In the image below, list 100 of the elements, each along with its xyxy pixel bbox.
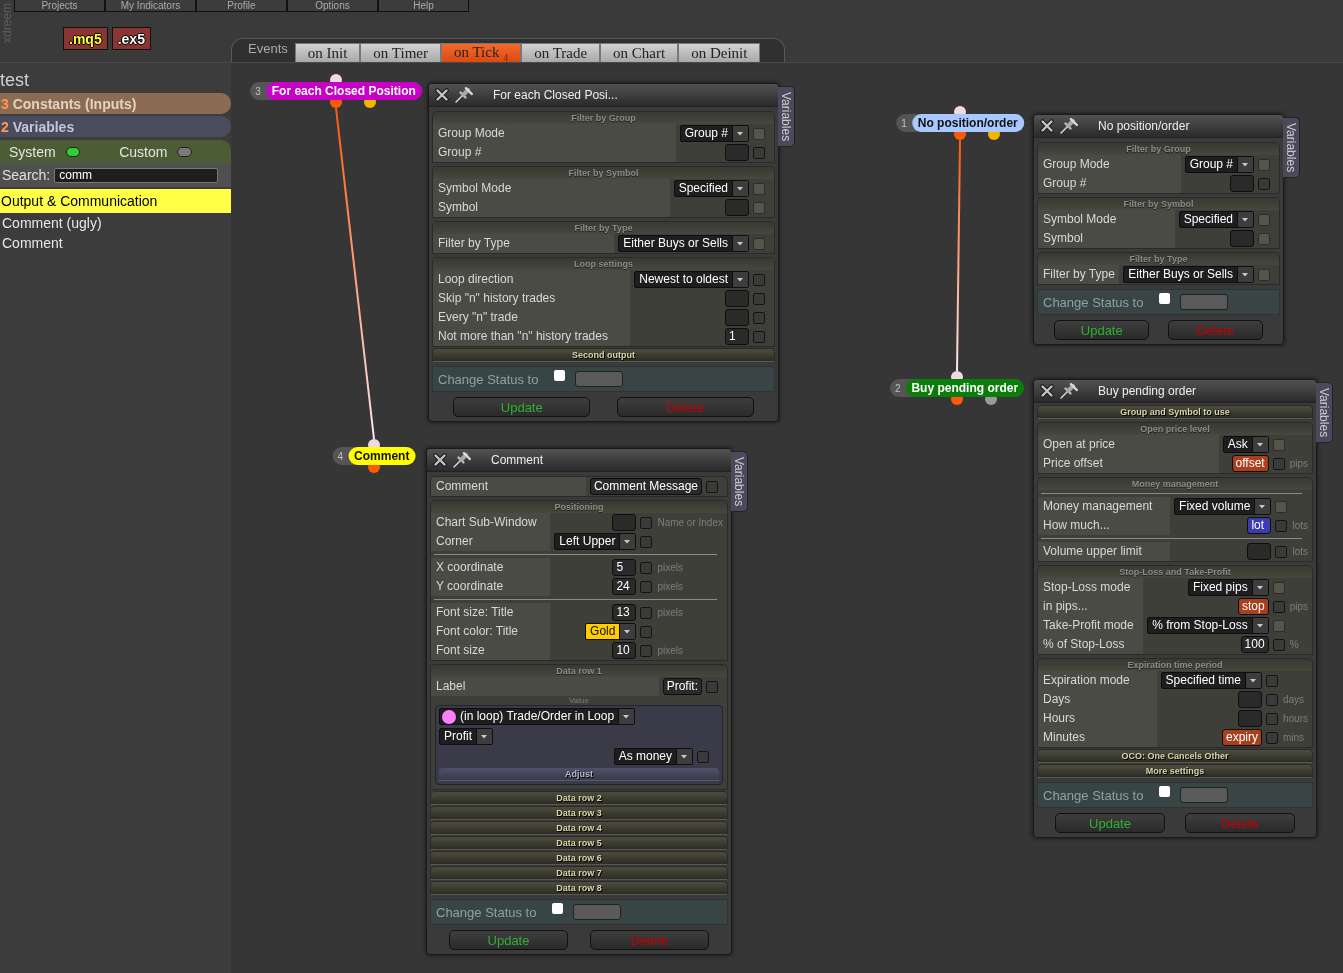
checkbox[interactable]: [753, 273, 765, 286]
variables-tab[interactable]: Variables: [778, 86, 795, 148]
menu-item[interactable]: Profile: [196, 0, 287, 12]
input-field[interactable]: 13: [612, 604, 637, 621]
checkbox[interactable]: [640, 516, 653, 529]
input-field[interactable]: offset: [1231, 455, 1269, 472]
file-button[interactable]: .mq5: [63, 27, 108, 50]
input-field[interactable]: Comment Message: [589, 478, 702, 495]
dropdown[interactable]: Gold: [585, 623, 637, 640]
block-node[interactable]: 2 Buy pending order: [889, 379, 1025, 397]
pin-icon[interactable]: [1060, 383, 1078, 399]
update-button[interactable]: Update: [1054, 320, 1150, 340]
input-field[interactable]: [725, 144, 749, 161]
input-field[interactable]: 100: [1240, 636, 1269, 653]
menu-item[interactable]: Help: [378, 0, 469, 12]
checkbox[interactable]: [1272, 457, 1285, 470]
checkbox[interactable]: [554, 370, 566, 381]
dropdown[interactable]: Group #: [1184, 156, 1254, 173]
dropdown[interactable]: Either Buys or Sells: [618, 235, 749, 252]
update-button[interactable]: Update: [1055, 813, 1165, 833]
section-header[interactable]: Data row 8: [431, 882, 727, 895]
close-icon[interactable]: [1040, 384, 1054, 398]
status-field[interactable]: [1180, 787, 1229, 803]
status-field[interactable]: [575, 371, 624, 387]
checkbox[interactable]: [1159, 293, 1171, 304]
checkbox[interactable]: [1275, 519, 1288, 532]
checkbox[interactable]: [640, 580, 653, 593]
search-field[interactable]: comm: [54, 167, 219, 183]
dropdown[interactable]: Specified: [1178, 211, 1254, 228]
menu-item[interactable]: Options: [287, 0, 378, 12]
section-header[interactable]: Adjust: [439, 768, 719, 781]
checkbox[interactable]: [1258, 177, 1270, 190]
update-button[interactable]: Update: [449, 930, 568, 950]
input-field[interactable]: stop: [1237, 598, 1269, 615]
dropdown[interactable]: Fixed pips: [1187, 579, 1269, 596]
dropdown[interactable]: % from Stop-Loss: [1147, 617, 1269, 634]
status-field[interactable]: [573, 904, 622, 920]
checkbox[interactable]: [1159, 786, 1171, 797]
block-node[interactable]: 1 No position/order: [896, 114, 1024, 132]
event-tab[interactable]: on Deinit: [678, 43, 761, 62]
checkbox[interactable]: [1266, 693, 1278, 706]
input-field[interactable]: [1238, 691, 1262, 708]
dropdown[interactable]: (in loop) Trade/Order in Loop: [439, 708, 636, 725]
input-field[interactable]: 10: [612, 642, 637, 659]
category-item[interactable]: Output & Communication: [0, 189, 231, 213]
checkbox[interactable]: [753, 330, 765, 343]
checkbox[interactable]: [706, 480, 718, 493]
input-field[interactable]: [725, 199, 749, 216]
input-field[interactable]: [1230, 230, 1254, 247]
dropdown[interactable]: Fixed volume: [1174, 498, 1272, 515]
input-field[interactable]: Profit:: [662, 678, 702, 695]
input-field[interactable]: 24: [612, 578, 637, 595]
dropdown[interactable]: Either Buys or Sells: [1123, 266, 1254, 283]
checkbox[interactable]: [552, 903, 564, 914]
toggle-switch[interactable]: [65, 146, 81, 157]
file-button[interactable]: .ex5: [111, 27, 151, 50]
input-field[interactable]: 1: [725, 328, 749, 345]
checkbox[interactable]: [1266, 712, 1278, 725]
checkbox[interactable]: [753, 292, 765, 305]
section-header[interactable]: Data row 7: [431, 867, 727, 880]
section-header[interactable]: Data row 3: [431, 807, 727, 820]
dropdown[interactable]: Ask: [1222, 436, 1269, 453]
menu-item[interactable]: My Indicators: [105, 0, 196, 12]
list-item[interactable]: Comment (ugly): [0, 213, 231, 233]
block-node[interactable]: 4 Comment: [332, 447, 416, 465]
input-field[interactable]: [725, 290, 749, 307]
pin-icon[interactable]: [455, 87, 473, 103]
dropdown[interactable]: Group #: [679, 125, 749, 142]
section-header[interactable]: OCO: One Cancels Other: [1038, 750, 1312, 763]
input-field[interactable]: lot: [1247, 517, 1272, 534]
update-button[interactable]: Update: [453, 397, 591, 417]
input-field[interactable]: [1238, 710, 1262, 727]
event-tab[interactable]: on Chart: [600, 43, 679, 62]
checkbox[interactable]: [753, 146, 765, 159]
checkbox[interactable]: [1266, 731, 1278, 744]
dropdown[interactable]: As money: [613, 748, 693, 765]
dropdown[interactable]: Profit: [439, 728, 493, 745]
section-header[interactable]: Data row 5: [431, 837, 727, 850]
checkbox[interactable]: [640, 535, 653, 548]
status-field[interactable]: [1180, 294, 1229, 310]
checkbox[interactable]: [1272, 600, 1285, 613]
pin-icon[interactable]: [453, 452, 471, 468]
dropdown[interactable]: Specified time: [1160, 672, 1262, 689]
checkbox[interactable]: [753, 311, 765, 324]
pin-icon[interactable]: [1060, 118, 1078, 134]
section-header[interactable]: Data row 2: [431, 792, 727, 805]
checkbox[interactable]: [1275, 545, 1288, 558]
sidebar-group[interactable]: 2 Variables: [0, 116, 231, 137]
checkbox[interactable]: [640, 625, 653, 638]
input-field[interactable]: [725, 309, 749, 326]
section-header[interactable]: More settings: [1038, 765, 1312, 778]
section-header[interactable]: Data row 6: [431, 852, 727, 865]
event-tab[interactable]: on Timer: [360, 43, 441, 62]
input-field[interactable]: expiry: [1221, 729, 1262, 746]
close-icon[interactable]: [435, 88, 449, 102]
checkbox[interactable]: [640, 561, 653, 574]
variables-tab[interactable]: Variables: [731, 451, 748, 513]
section-header[interactable]: Group and Symbol to use: [1038, 406, 1312, 419]
input-field[interactable]: [1247, 543, 1272, 560]
checkbox[interactable]: [1266, 674, 1278, 687]
